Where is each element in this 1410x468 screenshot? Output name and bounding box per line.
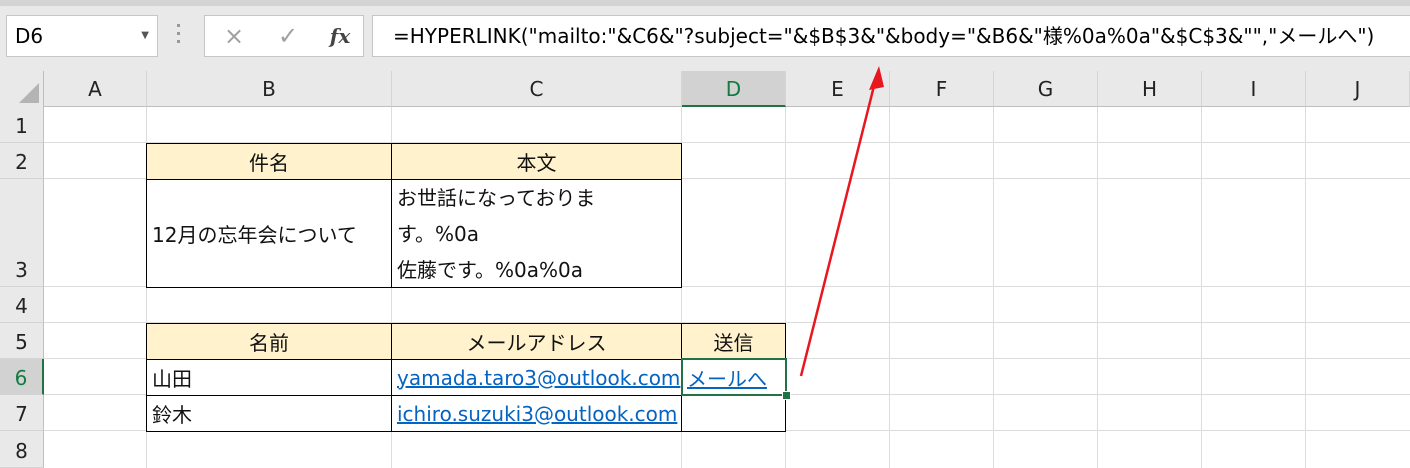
annotation-arrow-icon <box>799 66 884 377</box>
